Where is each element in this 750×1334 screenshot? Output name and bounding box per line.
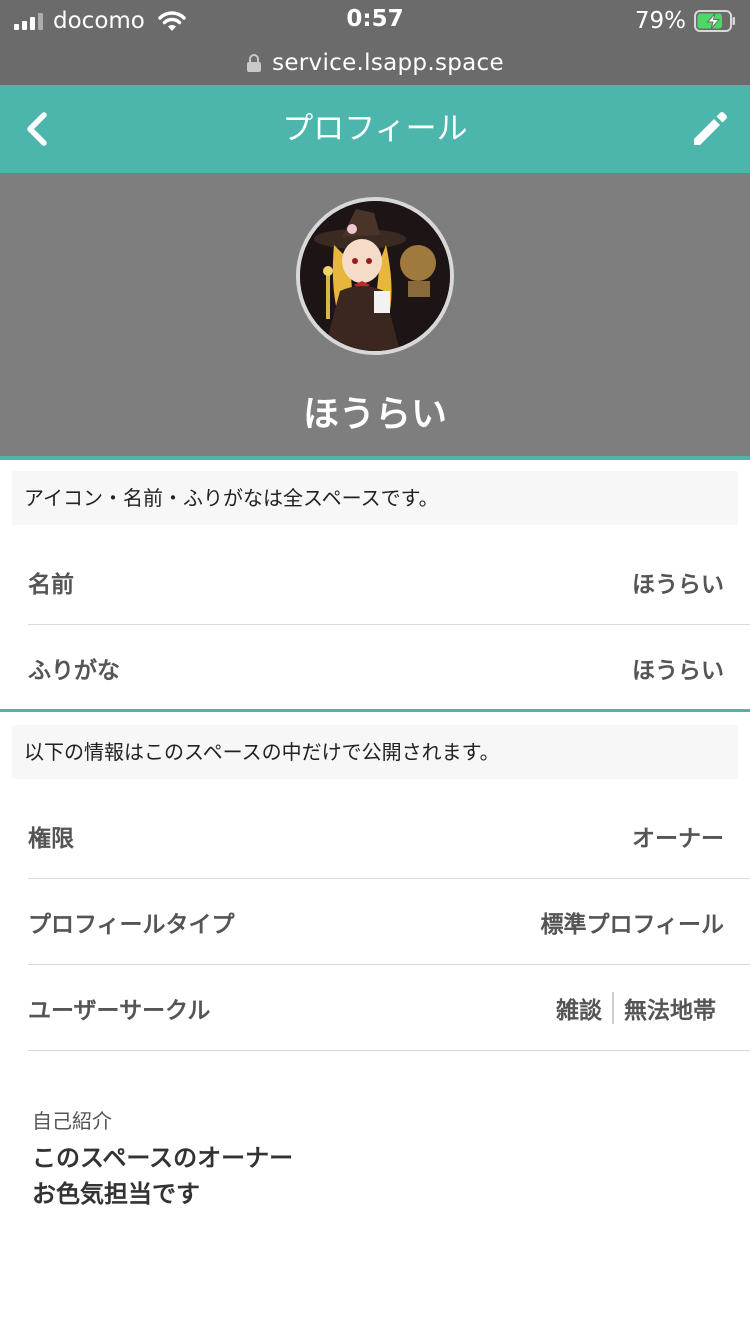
section-divider [0, 709, 750, 712]
profile-type-value: 標準プロフィール [540, 911, 724, 938]
space-notice: 以下の情報はこのスペースの中だけで公開されます。 [12, 725, 738, 779]
pencil-icon [694, 112, 727, 145]
furigana-label: ふりがな [28, 658, 120, 684]
avatar[interactable] [296, 197, 454, 355]
status-right: 79% [635, 6, 736, 36]
user-circles-row: ユーザーサークル 雑談 無法地帯 [28, 965, 750, 1051]
profile-hero: ほうらい [0, 173, 750, 456]
role-row: 権限 オーナー [28, 793, 750, 879]
role-value: オーナー [632, 825, 724, 852]
battery-percent: 79% [634, 8, 686, 34]
profile-type-row: プロフィールタイプ 標準プロフィール [28, 879, 750, 965]
lock-icon [247, 53, 262, 72]
user-circles-list: 雑談 無法地帯 [556, 991, 716, 1025]
circle-divider [612, 991, 614, 1024]
app-header: プロフィール [0, 85, 750, 173]
url-bar[interactable]: service.lsapp.space [0, 40, 750, 85]
bio-title: 自己紹介 [32, 1109, 112, 1133]
edit-button[interactable] [688, 107, 732, 151]
circle-item[interactable]: 雑談 [556, 991, 602, 1025]
battery-charging-icon [694, 10, 735, 32]
page-title: プロフィール [282, 111, 468, 147]
profile-name: ほうらい [302, 394, 447, 435]
status-bar: docomo 0:57 79% [0, 0, 750, 40]
bio-text: このスペースのオーナー お色気担当です [32, 1140, 293, 1212]
name-value: ほうらい [632, 571, 724, 598]
circle-item[interactable]: 無法地帯 [624, 991, 716, 1025]
url-text: service.lsapp.space [272, 49, 504, 76]
avatar-image [300, 201, 450, 351]
chevron-left-icon [27, 112, 47, 146]
name-row: 名前 ほうらい [28, 539, 750, 625]
hero-divider [0, 456, 750, 460]
user-circles-label: ユーザーサークル [28, 997, 211, 1024]
back-button[interactable] [18, 107, 58, 151]
public-notice: アイコン・名前・ふりがなは全スペースです。 [12, 471, 738, 525]
role-label: 権限 [28, 825, 74, 852]
furigana-row: ふりがな ほうらい [28, 625, 750, 711]
bio-line: お色気担当です [32, 1180, 200, 1208]
bio-line: このスペースのオーナー [32, 1144, 294, 1172]
name-label: 名前 [28, 571, 74, 598]
furigana-value: ほうらい [632, 658, 724, 684]
profile-type-label: プロフィールタイプ [28, 911, 235, 938]
